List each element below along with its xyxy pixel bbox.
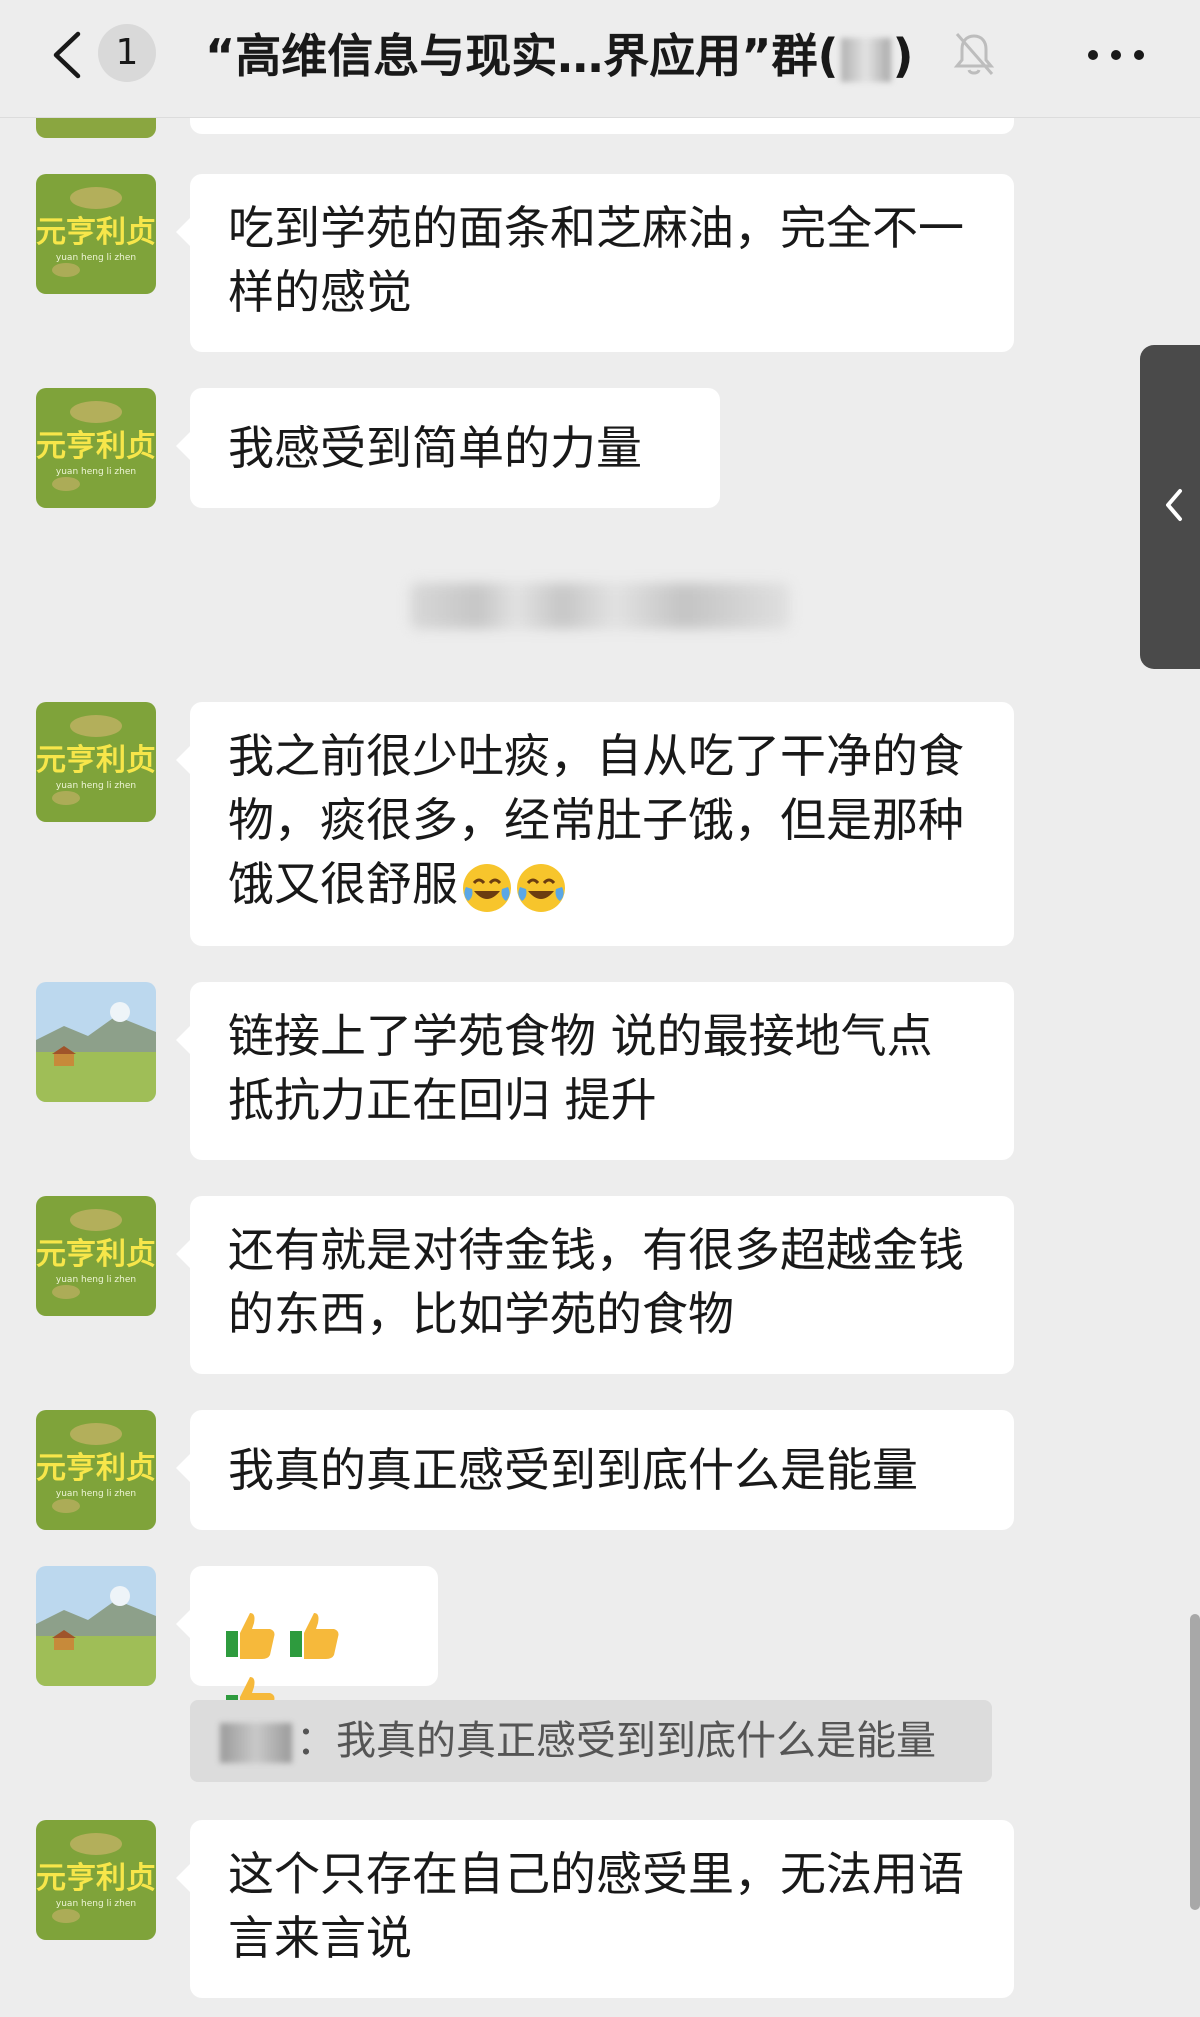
unread-count-badge[interactable]: 1 [98, 24, 156, 82]
svg-text:元亨利贞: 元亨利贞 [36, 1237, 156, 1272]
scrollbar[interactable] [1190, 1614, 1200, 1910]
message-bubble[interactable]: 链接上了学苑食物 说的最接地气点 抵抗力正在回归 提升 [176, 982, 1014, 1160]
svg-text:元亨利贞: 元亨利贞 [36, 1861, 156, 1896]
back-chevron-icon[interactable] [44, 30, 92, 80]
bell-off-icon [953, 33, 995, 75]
message-text: 这个只存在自己的感受里，无法用语言来言说 [228, 1847, 964, 1965]
quoted-message[interactable]: ：我真的真正感受到到底什么是能量 [190, 1700, 992, 1782]
more-dots-icon[interactable] [1086, 48, 1146, 62]
avatar-logo[interactable]: 元亨利贞 yuan heng li zhen [36, 1196, 156, 1316]
avatar-logo[interactable]: 元亨利贞 yuan heng li zhen [36, 174, 156, 294]
message-text: 我之前很少吐痰，自从吃了干净的食物，痰很多，经常肚子饿，但是那种饿又很舒服 [228, 729, 964, 911]
face-tears-of-joy-icon [517, 863, 565, 912]
message-text: 吃到学苑的面条和芝麻油，完全不一样的感觉 [228, 201, 964, 319]
message-bubble[interactable]: 这个只存在自己的感受里，无法用语言来言说 [176, 1820, 1014, 1998]
avatar-landscape[interactable] [36, 1566, 156, 1686]
svg-text:yuan heng li zhen: yuan heng li zhen [56, 467, 136, 477]
svg-text:yuan heng li zhen: yuan heng li zhen [56, 781, 136, 791]
svg-text:yuan heng li zhen: yuan heng li zhen [56, 1899, 136, 1909]
message-bubble[interactable] [176, 1566, 438, 1723]
svg-text:元亨利贞: 元亨利贞 [36, 1451, 156, 1486]
avatar-logo[interactable]: 元亨利贞 yuan heng li zhen [36, 1410, 156, 1530]
quote-text: 我真的真正感受到到底什么是能量 [336, 1718, 936, 1764]
avatar-logo[interactable]: 元亨利贞 yuan heng li zhen [36, 388, 156, 508]
avatar-landscape[interactable] [36, 982, 156, 1102]
chat-title-text: “高维信息与现实…界应用”群( [205, 29, 839, 83]
avatar-logo[interactable]: 元亨利贞 yuan heng li zhen [36, 1820, 156, 1940]
message-text: 链接上了学苑食物 说的最接地气点 抵抗力正在回归 提升 [228, 1009, 933, 1127]
message-bubble[interactable]: 吃到学苑的面条和芝麻油，完全不一样的感觉 [176, 174, 1014, 352]
chat-title-close: ) [892, 29, 914, 83]
message-text: 我真的真正感受到到底什么是能量 [228, 1443, 918, 1497]
message-bubble[interactable]: 我之前很少吐痰，自从吃了干净的食物，痰很多，经常肚子饿，但是那种饿又很舒服 [176, 702, 1014, 946]
side-panel-handle[interactable] [1140, 345, 1200, 669]
chat-header: 1 “高维信息与现实…界应用”群() [0, 0, 1200, 118]
chat-title: “高维信息与现实…界应用”群() [205, 24, 914, 88]
avatar-logo[interactable]: 元亨利贞 yuan heng li zhen [36, 702, 156, 822]
blurred-quote-author [220, 1723, 292, 1763]
svg-text:yuan heng li zhen: yuan heng li zhen [56, 1275, 136, 1285]
svg-text:元亨利贞: 元亨利贞 [36, 743, 156, 778]
thumbs-up-icon [290, 1612, 339, 1659]
message-bubble[interactable]: 我感受到简单的力量 [176, 388, 720, 508]
blurred-timestamp [410, 583, 790, 629]
thumbs-up-icon [226, 1612, 275, 1659]
svg-text:元亨利贞: 元亨利贞 [36, 215, 156, 250]
chevron-left-icon [1166, 489, 1182, 521]
message-text: 还有就是对待金钱，有很多超越金钱的东西，比如学苑的食物 [228, 1223, 964, 1341]
blurred-member-count [840, 37, 891, 82]
message-bubble[interactable]: 我真的真正感受到到底什么是能量 [176, 1410, 1014, 1530]
face-tears-of-joy-icon [463, 863, 511, 912]
quote-separator: ： [296, 1718, 336, 1764]
svg-text:yuan heng li zhen: yuan heng li zhen [56, 1489, 136, 1499]
message-bubble[interactable]: 还有就是对待金钱，有很多超越金钱的东西，比如学苑的食物 [176, 1196, 1014, 1374]
svg-text:yuan heng li zhen: yuan heng li zhen [56, 253, 136, 263]
message-text: 我感受到简单的力量 [228, 421, 642, 475]
svg-text:元亨利贞: 元亨利贞 [36, 429, 156, 464]
